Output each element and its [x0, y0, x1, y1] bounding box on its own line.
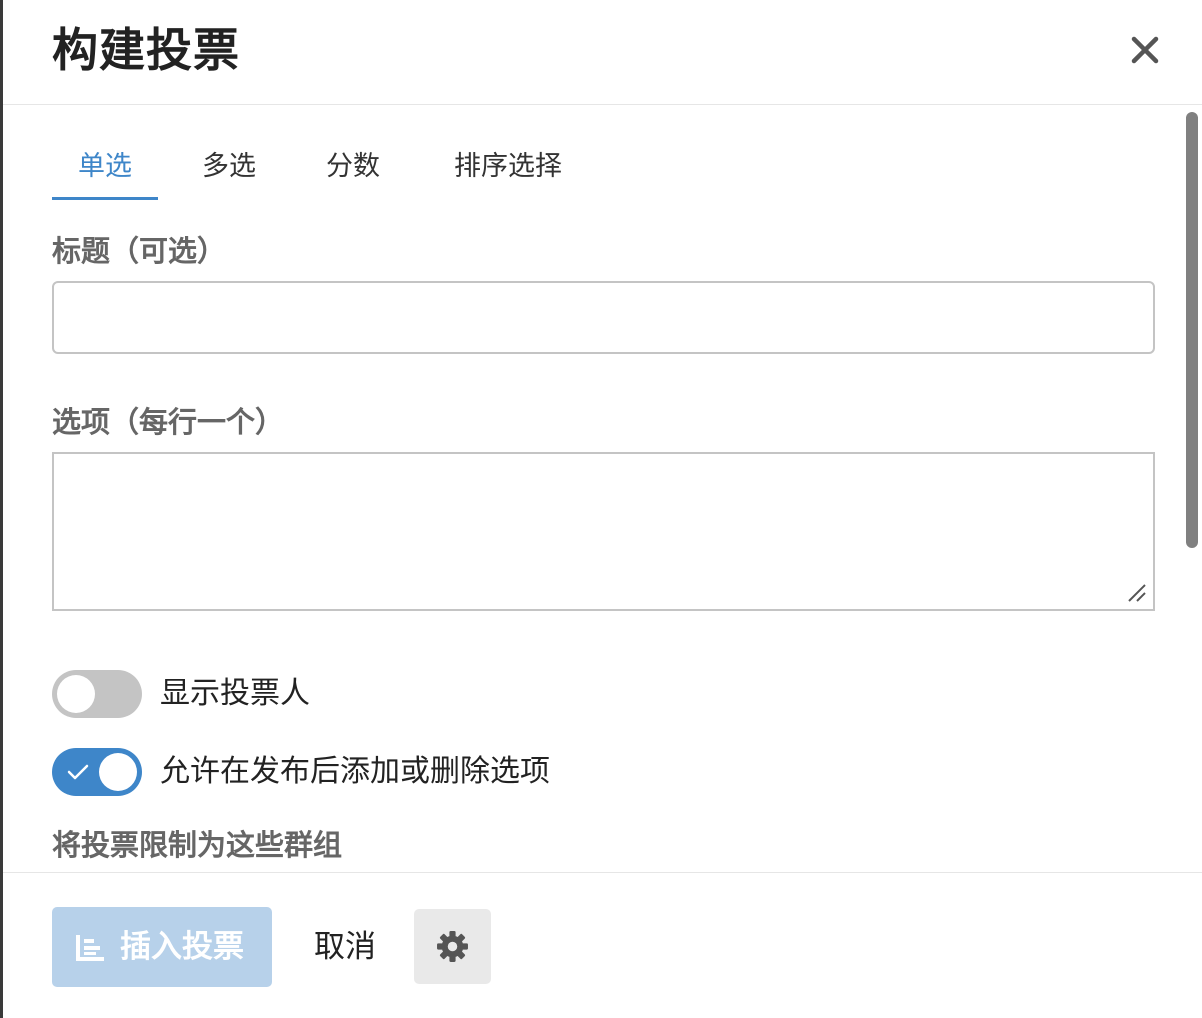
resize-grip-icon[interactable]: [1125, 581, 1147, 603]
show-voters-label: 显示投票人: [160, 676, 310, 711]
cancel-button[interactable]: 取消: [295, 907, 395, 987]
limit-groups-label: 将投票限制为这些群组: [52, 828, 343, 862]
poll-title-input[interactable]: [52, 281, 1155, 354]
close-button[interactable]: [1125, 30, 1165, 70]
check-icon: [67, 764, 89, 780]
toggle-knob: [99, 753, 137, 791]
options-field-label: 选项（每行一个）: [52, 405, 285, 439]
poll-builder-modal: 构建投票 单选 多选 分数 排序选择 标题（可选） 选项（每行一个） 显示投票人…: [0, 0, 1202, 1018]
insert-poll-button[interactable]: 插入投票: [52, 907, 272, 987]
gear-icon: [437, 931, 468, 962]
poll-settings-button[interactable]: [414, 909, 491, 984]
scrollbar-thumb[interactable]: [1186, 112, 1198, 548]
tab-number[interactable]: 分数: [302, 135, 404, 197]
modal-header: 构建投票: [3, 0, 1202, 105]
tab-single-choice[interactable]: 单选: [52, 135, 158, 200]
insert-poll-label: 插入投票: [120, 929, 244, 965]
allow-edit-label: 允许在发布后添加或删除选项: [160, 754, 550, 789]
show-voters-toggle[interactable]: [52, 670, 142, 718]
modal-body: 单选 多选 分数 排序选择 标题（可选） 选项（每行一个） 显示投票人 允许在发…: [3, 105, 1183, 872]
bar-chart-icon: [76, 935, 104, 961]
toggle-knob: [57, 675, 95, 713]
tab-ranked-choice[interactable]: 排序选择: [438, 135, 578, 197]
tab-multiple-choice[interactable]: 多选: [178, 135, 280, 197]
modal-title: 构建投票: [52, 23, 240, 77]
modal-footer: 插入投票 取消: [3, 872, 1202, 1018]
title-field-label: 标题（可选）: [52, 234, 227, 268]
close-icon: [1131, 36, 1159, 64]
poll-options-textarea[interactable]: [52, 452, 1155, 611]
allow-edit-toggle[interactable]: [52, 748, 142, 796]
